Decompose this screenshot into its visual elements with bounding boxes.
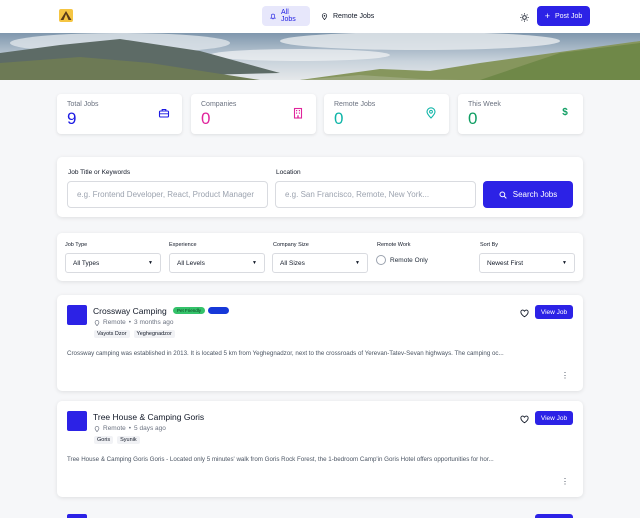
job-tag: Yeghegnadzor bbox=[133, 330, 175, 338]
stat-card-this-week: This Week 0 $ bbox=[458, 94, 583, 134]
briefcase-icon bbox=[158, 108, 170, 118]
company-size-label: Company Size bbox=[273, 242, 309, 248]
location-label: Location bbox=[276, 169, 301, 176]
company-avatar bbox=[67, 305, 87, 325]
more-options-icon[interactable]: ⋮ bbox=[561, 478, 569, 486]
job-type-select[interactable]: All Types ▼ bbox=[65, 253, 161, 273]
company-size-value: All Sizes bbox=[280, 259, 305, 267]
meta-separator: • bbox=[128, 319, 132, 326]
job-tag: Goris bbox=[94, 436, 114, 444]
keywords-input[interactable]: e.g. Frontend Developer, React, Product … bbox=[67, 181, 268, 208]
keywords-placeholder: e.g. Frontend Developer, React, Product … bbox=[77, 190, 254, 199]
nav-remote-jobs-tab[interactable]: Remote Jobs bbox=[313, 6, 383, 26]
bell-icon bbox=[270, 13, 276, 19]
location-input[interactable]: e.g. San Francisco, Remote, New York... bbox=[275, 181, 476, 208]
stat-label: This Week bbox=[468, 101, 501, 108]
stat-value: 0 bbox=[334, 109, 344, 128]
job-type-value: All Types bbox=[73, 259, 100, 267]
view-job-label: View Job bbox=[540, 308, 568, 316]
stat-label: Total Jobs bbox=[67, 101, 99, 108]
job-tags: Vayots Dzor Yeghegnadzor bbox=[94, 330, 175, 338]
nav-all-jobs-label: All Jobs bbox=[281, 9, 296, 23]
sort-by-select[interactable]: Newest First ▼ bbox=[479, 253, 575, 273]
job-card[interactable]: Tree House & Camping Goris Remote • 5 da… bbox=[57, 401, 583, 497]
chevron-down-icon: ▼ bbox=[562, 260, 567, 266]
status-badge bbox=[208, 307, 230, 314]
job-tags: Goris Syunik bbox=[94, 436, 140, 444]
heart-icon[interactable] bbox=[520, 309, 529, 318]
building-icon bbox=[293, 107, 303, 119]
stat-value: 0 bbox=[468, 109, 478, 128]
location-placeholder: e.g. San Francisco, Remote, New York... bbox=[285, 190, 430, 199]
sun-icon bbox=[519, 12, 529, 22]
camping-tent-logo[interactable] bbox=[59, 9, 73, 22]
stat-card-remote-jobs: Remote Jobs 0 bbox=[324, 94, 449, 134]
post-job-button[interactable]: + Post Job bbox=[537, 6, 590, 26]
company-avatar bbox=[67, 411, 87, 431]
search-jobs-label: Search Jobs bbox=[512, 190, 558, 199]
plus-icon: + bbox=[544, 10, 550, 21]
company-size-select[interactable]: All Sizes ▼ bbox=[272, 253, 368, 273]
stat-label: Companies bbox=[201, 101, 237, 108]
meta-separator: • bbox=[128, 425, 132, 432]
sort-by-label: Sort By bbox=[480, 242, 499, 248]
job-card[interactable]: Crossway Camping Pet Friendly Remote • 3… bbox=[57, 295, 583, 391]
radio-circle[interactable] bbox=[376, 255, 386, 265]
experience-select[interactable]: All Levels ▼ bbox=[169, 253, 265, 273]
job-type-label: Job Type bbox=[65, 242, 88, 248]
keywords-label: Job Title or Keywords bbox=[68, 169, 131, 176]
experience-value: All Levels bbox=[177, 259, 205, 267]
stat-card-companies: Companies 0 bbox=[191, 94, 316, 134]
stat-label: Remote Jobs bbox=[334, 101, 376, 108]
job-title[interactable]: Crossway Camping bbox=[93, 306, 167, 316]
location-pin-icon bbox=[426, 107, 436, 119]
view-job-button[interactable]: View Job bbox=[535, 305, 573, 319]
job-title[interactable]: Tree House & Camping Goris bbox=[93, 412, 204, 422]
stat-card-total-jobs: Total Jobs 9 bbox=[57, 94, 182, 134]
job-meta: Remote • 5 days ago bbox=[94, 425, 166, 432]
job-location: Remote bbox=[103, 319, 126, 326]
nav-all-jobs-tab[interactable]: All Jobs bbox=[262, 6, 310, 26]
sort-by-value: Newest First bbox=[487, 259, 524, 267]
pet-friendly-badge: Pet Friendly bbox=[173, 307, 206, 314]
job-posted-time: 5 days ago bbox=[134, 425, 166, 432]
location-pin-icon bbox=[94, 425, 100, 432]
view-job-label: View Job bbox=[540, 414, 568, 422]
stat-value: 0 bbox=[201, 109, 211, 128]
remote-only-label: Remote Only bbox=[390, 256, 428, 264]
job-search-panel: Job Title or Keywords e.g. Frontend Deve… bbox=[57, 157, 583, 217]
theme-toggle-button[interactable] bbox=[517, 10, 531, 24]
search-jobs-button[interactable]: Search Jobs bbox=[483, 181, 573, 208]
job-meta: Remote • 3 months ago bbox=[94, 319, 173, 326]
job-tag: Syunik bbox=[117, 436, 140, 444]
job-description: Tree House & Camping Goris Goris - Locat… bbox=[67, 456, 494, 463]
view-job-button[interactable] bbox=[535, 514, 573, 518]
chevron-down-icon: ▼ bbox=[148, 260, 153, 266]
chevron-down-icon: ▼ bbox=[355, 260, 360, 266]
nav-remote-jobs-label: Remote Jobs bbox=[333, 12, 375, 20]
job-location: Remote bbox=[103, 425, 126, 432]
stat-value: 9 bbox=[67, 109, 77, 128]
hero-mountain-banner bbox=[0, 33, 640, 80]
location-pin-icon bbox=[94, 319, 100, 326]
company-avatar bbox=[67, 514, 87, 518]
job-posted-time: 3 months ago bbox=[134, 319, 174, 326]
chevron-down-icon: ▼ bbox=[252, 260, 257, 266]
experience-label: Experience bbox=[169, 242, 197, 248]
job-description: Crossway camping was established in 2013… bbox=[67, 350, 504, 357]
filters-panel: Job Type All Types ▼ Experience All Leve… bbox=[57, 233, 583, 281]
search-icon bbox=[499, 190, 507, 199]
post-job-label: Post Job bbox=[555, 12, 583, 20]
view-job-button[interactable]: View Job bbox=[535, 411, 573, 425]
heart-icon[interactable] bbox=[520, 415, 529, 424]
remote-work-label: Remote Work bbox=[377, 242, 411, 248]
job-tag: Vayots Dzor bbox=[94, 330, 130, 338]
more-options-icon[interactable]: ⋮ bbox=[561, 372, 569, 380]
top-header: All Jobs Remote Jobs + Post Job bbox=[0, 0, 640, 33]
job-badges: Pet Friendly bbox=[173, 307, 230, 314]
location-pin-icon bbox=[321, 12, 328, 20]
remote-only-radio[interactable]: Remote Only bbox=[376, 255, 428, 265]
dollar-icon: $ bbox=[562, 107, 568, 118]
